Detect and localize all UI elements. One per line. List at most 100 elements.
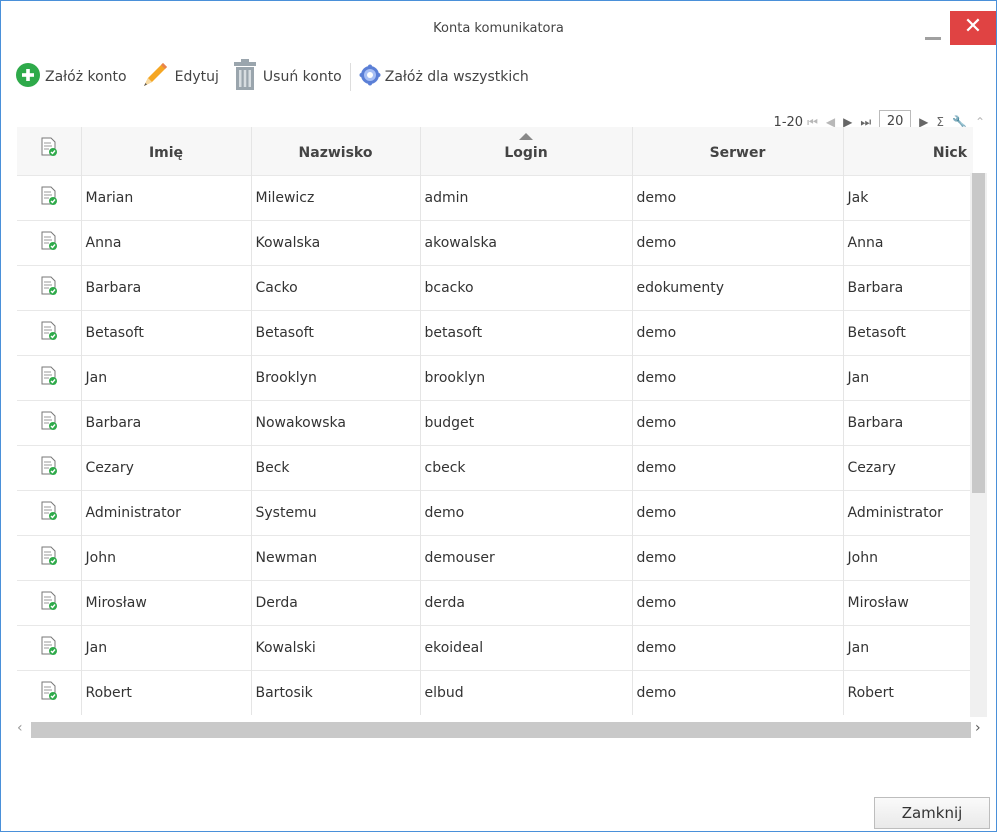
- cell-server: demo: [631, 219, 843, 265]
- create-account-label: Załóż konto: [45, 69, 127, 85]
- row-icon-cell[interactable]: [17, 669, 81, 715]
- cell-server: demo: [631, 534, 843, 580]
- horizontal-scroll-thumb[interactable]: [31, 722, 971, 738]
- column-header-login[interactable]: Login: [419, 127, 632, 175]
- column-header-last-name[interactable]: Nazwisko: [250, 127, 420, 175]
- row-icon-cell[interactable]: [17, 624, 81, 670]
- vertical-scroll-thumb[interactable]: [972, 173, 985, 493]
- document-check-icon: [40, 411, 58, 435]
- row-icon-cell[interactable]: [17, 309, 81, 355]
- cell-login: derda: [419, 579, 632, 625]
- cell-server: demo: [631, 309, 843, 355]
- cell-last-name: Bartosik: [250, 669, 420, 715]
- delete-account-button[interactable]: Usuń konto: [231, 59, 342, 95]
- cell-nick: Betasoft: [842, 309, 973, 355]
- cell-first-name: Marian: [80, 174, 251, 220]
- minimize-button[interactable]: [915, 11, 949, 41]
- table-row[interactable]: Administrator Systemu demo demo Administrato…: [17, 489, 973, 535]
- cell-last-name: Milewicz: [250, 174, 420, 220]
- table-row[interactable]: Barbara Nowakowska budget demo Barbara: [17, 399, 973, 445]
- edit-button[interactable]: Edytuj: [139, 59, 219, 95]
- cell-first-name: Barbara: [80, 264, 251, 310]
- cell-last-name: Newman: [250, 534, 420, 580]
- scroll-up-icon[interactable]: ⌃: [975, 115, 985, 129]
- cell-nick: John: [842, 534, 973, 580]
- scroll-right-icon[interactable]: ›: [975, 720, 981, 736]
- table-row[interactable]: John Newman demouser demo John: [17, 534, 973, 580]
- window-title: Konta komunikatora: [433, 21, 564, 36]
- table-row[interactable]: Robert Bartosik elbud demo Robert: [17, 669, 973, 715]
- cell-last-name: Cacko: [250, 264, 420, 310]
- table-row[interactable]: Jan Brooklyn brooklyn demo Jan: [17, 354, 973, 400]
- plus-circle-icon: [15, 62, 41, 92]
- create-for-all-button[interactable]: Załóż dla wszystkich: [359, 59, 529, 95]
- cell-login: akowalska: [419, 219, 632, 265]
- scroll-left-icon[interactable]: ‹: [17, 720, 23, 736]
- cell-login: elbud: [419, 669, 632, 715]
- cell-first-name: Cezary: [80, 444, 251, 490]
- cell-first-name: Jan: [80, 354, 251, 400]
- cell-nick: Mirosław: [842, 579, 973, 625]
- cell-last-name: Betasoft: [250, 309, 420, 355]
- cell-login: admin: [419, 174, 632, 220]
- document-check-icon: [40, 681, 58, 705]
- vertical-scrollbar[interactable]: [970, 173, 987, 717]
- column-header-first-name[interactable]: Imię: [80, 127, 251, 175]
- document-check-icon: [40, 366, 58, 390]
- cell-server: demo: [631, 669, 843, 715]
- cell-login: brooklyn: [419, 354, 632, 400]
- table-row[interactable]: Betasoft Betasoft betasoft demo Betasoft: [17, 309, 973, 355]
- create-account-button[interactable]: Załóż konto: [15, 59, 127, 95]
- table-row[interactable]: Barbara Cacko bcacko edokumenty Barbara: [17, 264, 973, 310]
- pencil-icon: [139, 59, 171, 95]
- cell-last-name: Systemu: [250, 489, 420, 535]
- table-row[interactable]: Anna Kowalska akowalska demo Anna: [17, 219, 973, 265]
- gear-icon: [359, 64, 381, 90]
- cell-first-name: Robert: [80, 669, 251, 715]
- table-row[interactable]: Marian Milewicz admin demo Jak: [17, 174, 973, 220]
- cell-first-name: Betasoft: [80, 309, 251, 355]
- edit-label: Edytuj: [174, 69, 219, 85]
- column-header-login-label: Login: [504, 144, 548, 161]
- row-icon-cell[interactable]: [17, 219, 81, 265]
- cell-last-name: Beck: [250, 444, 420, 490]
- column-header-server[interactable]: Serwer: [631, 127, 843, 175]
- document-check-icon: [40, 321, 58, 345]
- cell-nick: Jan: [842, 354, 973, 400]
- cell-nick: Barbara: [842, 399, 973, 445]
- row-icon-cell[interactable]: [17, 534, 81, 580]
- cell-last-name: Kowalska: [250, 219, 420, 265]
- table-row[interactable]: Cezary Beck cbeck demo Cezary: [17, 444, 973, 490]
- close-window-button[interactable]: ✕: [950, 11, 996, 45]
- cell-server: demo: [631, 579, 843, 625]
- row-icon-cell[interactable]: [17, 264, 81, 310]
- document-check-icon: [40, 591, 58, 615]
- row-icon-cell[interactable]: [17, 579, 81, 625]
- row-icon-cell[interactable]: [17, 399, 81, 445]
- toolbar-separator: [349, 63, 351, 91]
- table-row[interactable]: Mirosław Derda derda demo Mirosław: [17, 579, 973, 625]
- row-icon-cell[interactable]: [17, 489, 81, 535]
- cell-nick: Jan: [842, 624, 973, 670]
- table-row[interactable]: Jan Kowalski ekoideal demo Jan: [17, 624, 973, 670]
- cell-login: demo: [419, 489, 632, 535]
- sort-ascending-icon: [519, 133, 533, 140]
- cell-last-name: Derda: [250, 579, 420, 625]
- cell-login: ekoideal: [419, 624, 632, 670]
- row-icon-cell[interactable]: [17, 174, 81, 220]
- cell-server: demo: [631, 489, 843, 535]
- document-check-icon: [40, 276, 58, 300]
- cell-last-name: Nowakowska: [250, 399, 420, 445]
- cell-login: budget: [419, 399, 632, 445]
- cell-nick: Cezary: [842, 444, 973, 490]
- close-dialog-button[interactable]: Zamknij: [874, 797, 990, 829]
- row-icon-cell[interactable]: [17, 444, 81, 490]
- column-header-nick[interactable]: Nick: [842, 127, 973, 175]
- dialog-window: Konta komunikatora ✕ Załóż konto Edytuj …: [0, 0, 997, 832]
- delete-account-label: Usuń konto: [262, 69, 342, 85]
- cell-first-name: John: [80, 534, 251, 580]
- row-icon-cell[interactable]: [17, 354, 81, 400]
- cell-server: demo: [631, 354, 843, 400]
- document-check-icon: [40, 546, 58, 570]
- horizontal-scrollbar[interactable]: ‹ ›: [15, 720, 990, 740]
